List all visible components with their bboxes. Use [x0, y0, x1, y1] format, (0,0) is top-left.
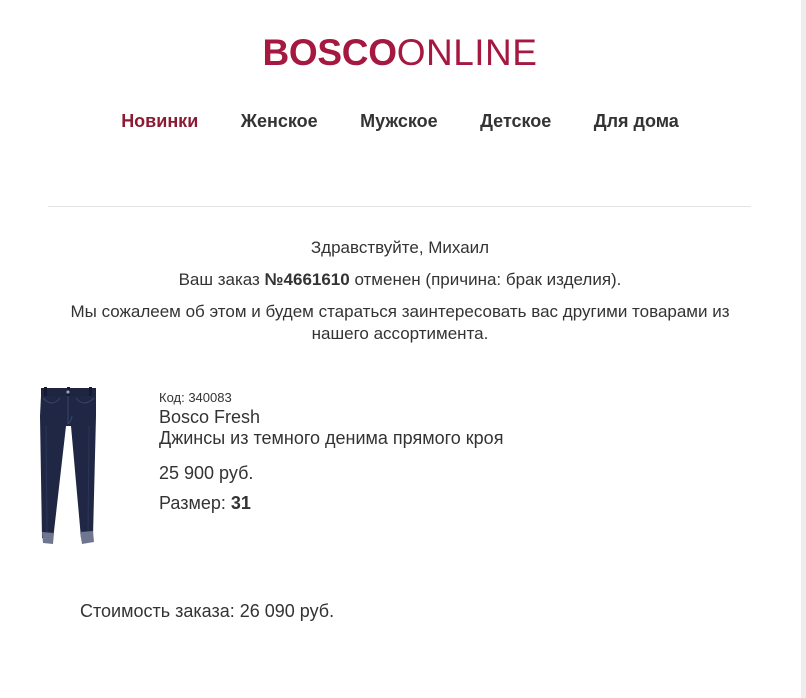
greeting-text: Здравствуйте, Михаил [310, 238, 490, 257]
nav-item-home[interactable]: Для дома [594, 110, 679, 132]
logo-bold-part: BOSCO [262, 32, 397, 73]
email-page: BOSCOONLINE Новинки Женское Мужское Детс… [0, 0, 806, 698]
main-nav: Новинки Женское Мужское Детское Для дома [0, 110, 800, 132]
header-divider [48, 206, 751, 207]
logo-light-part: ONLINE [396, 32, 538, 73]
nav-item-men[interactable]: Мужское [360, 110, 438, 132]
order-status-text: Ваш заказ №4661610 отменен (причина: бра… [0, 269, 800, 291]
jeans-icon [40, 387, 96, 544]
order-number: №4661610 [264, 270, 350, 289]
order-total: Стоимость заказа: 26 090 руб. [80, 601, 335, 621]
nav-item-kids[interactable]: Детское [480, 110, 551, 132]
message-block: Здравствуйте, Михаил Ваш заказ №4661610 … [0, 237, 800, 345]
scrollbar-track[interactable] [801, 0, 806, 698]
order-prefix: Ваш заказ [178, 270, 265, 289]
nav-item-new[interactable]: Новинки [121, 110, 198, 132]
size-value: 31 [230, 493, 251, 513]
product-size: Размер: 31 [159, 493, 503, 514]
product-title[interactable]: Джинсы из темного денима прямого кроя [159, 428, 503, 449]
order-suffix: отменен (причина: брак изделия). [349, 270, 622, 289]
product-price: 25 900 руб. [159, 463, 254, 483]
bosco-online-logo[interactable]: BOSCOONLINE [0, 34, 800, 72]
regret-text: Мы сожалеем об этом и будем стараться за… [70, 302, 730, 343]
product-brand[interactable]: Bosco Fresh [159, 407, 503, 428]
product-code: Код: 340083 [159, 390, 232, 405]
nav-item-women[interactable]: Женское [241, 110, 318, 132]
product-item: Код: 340083 Bosco Fresh Джинсы из темног… [38, 386, 758, 556]
product-info: Код: 340083 Bosco Fresh Джинсы из темног… [159, 389, 503, 514]
size-label: Размер: [159, 493, 231, 513]
jeans-product-image[interactable] [38, 386, 98, 552]
